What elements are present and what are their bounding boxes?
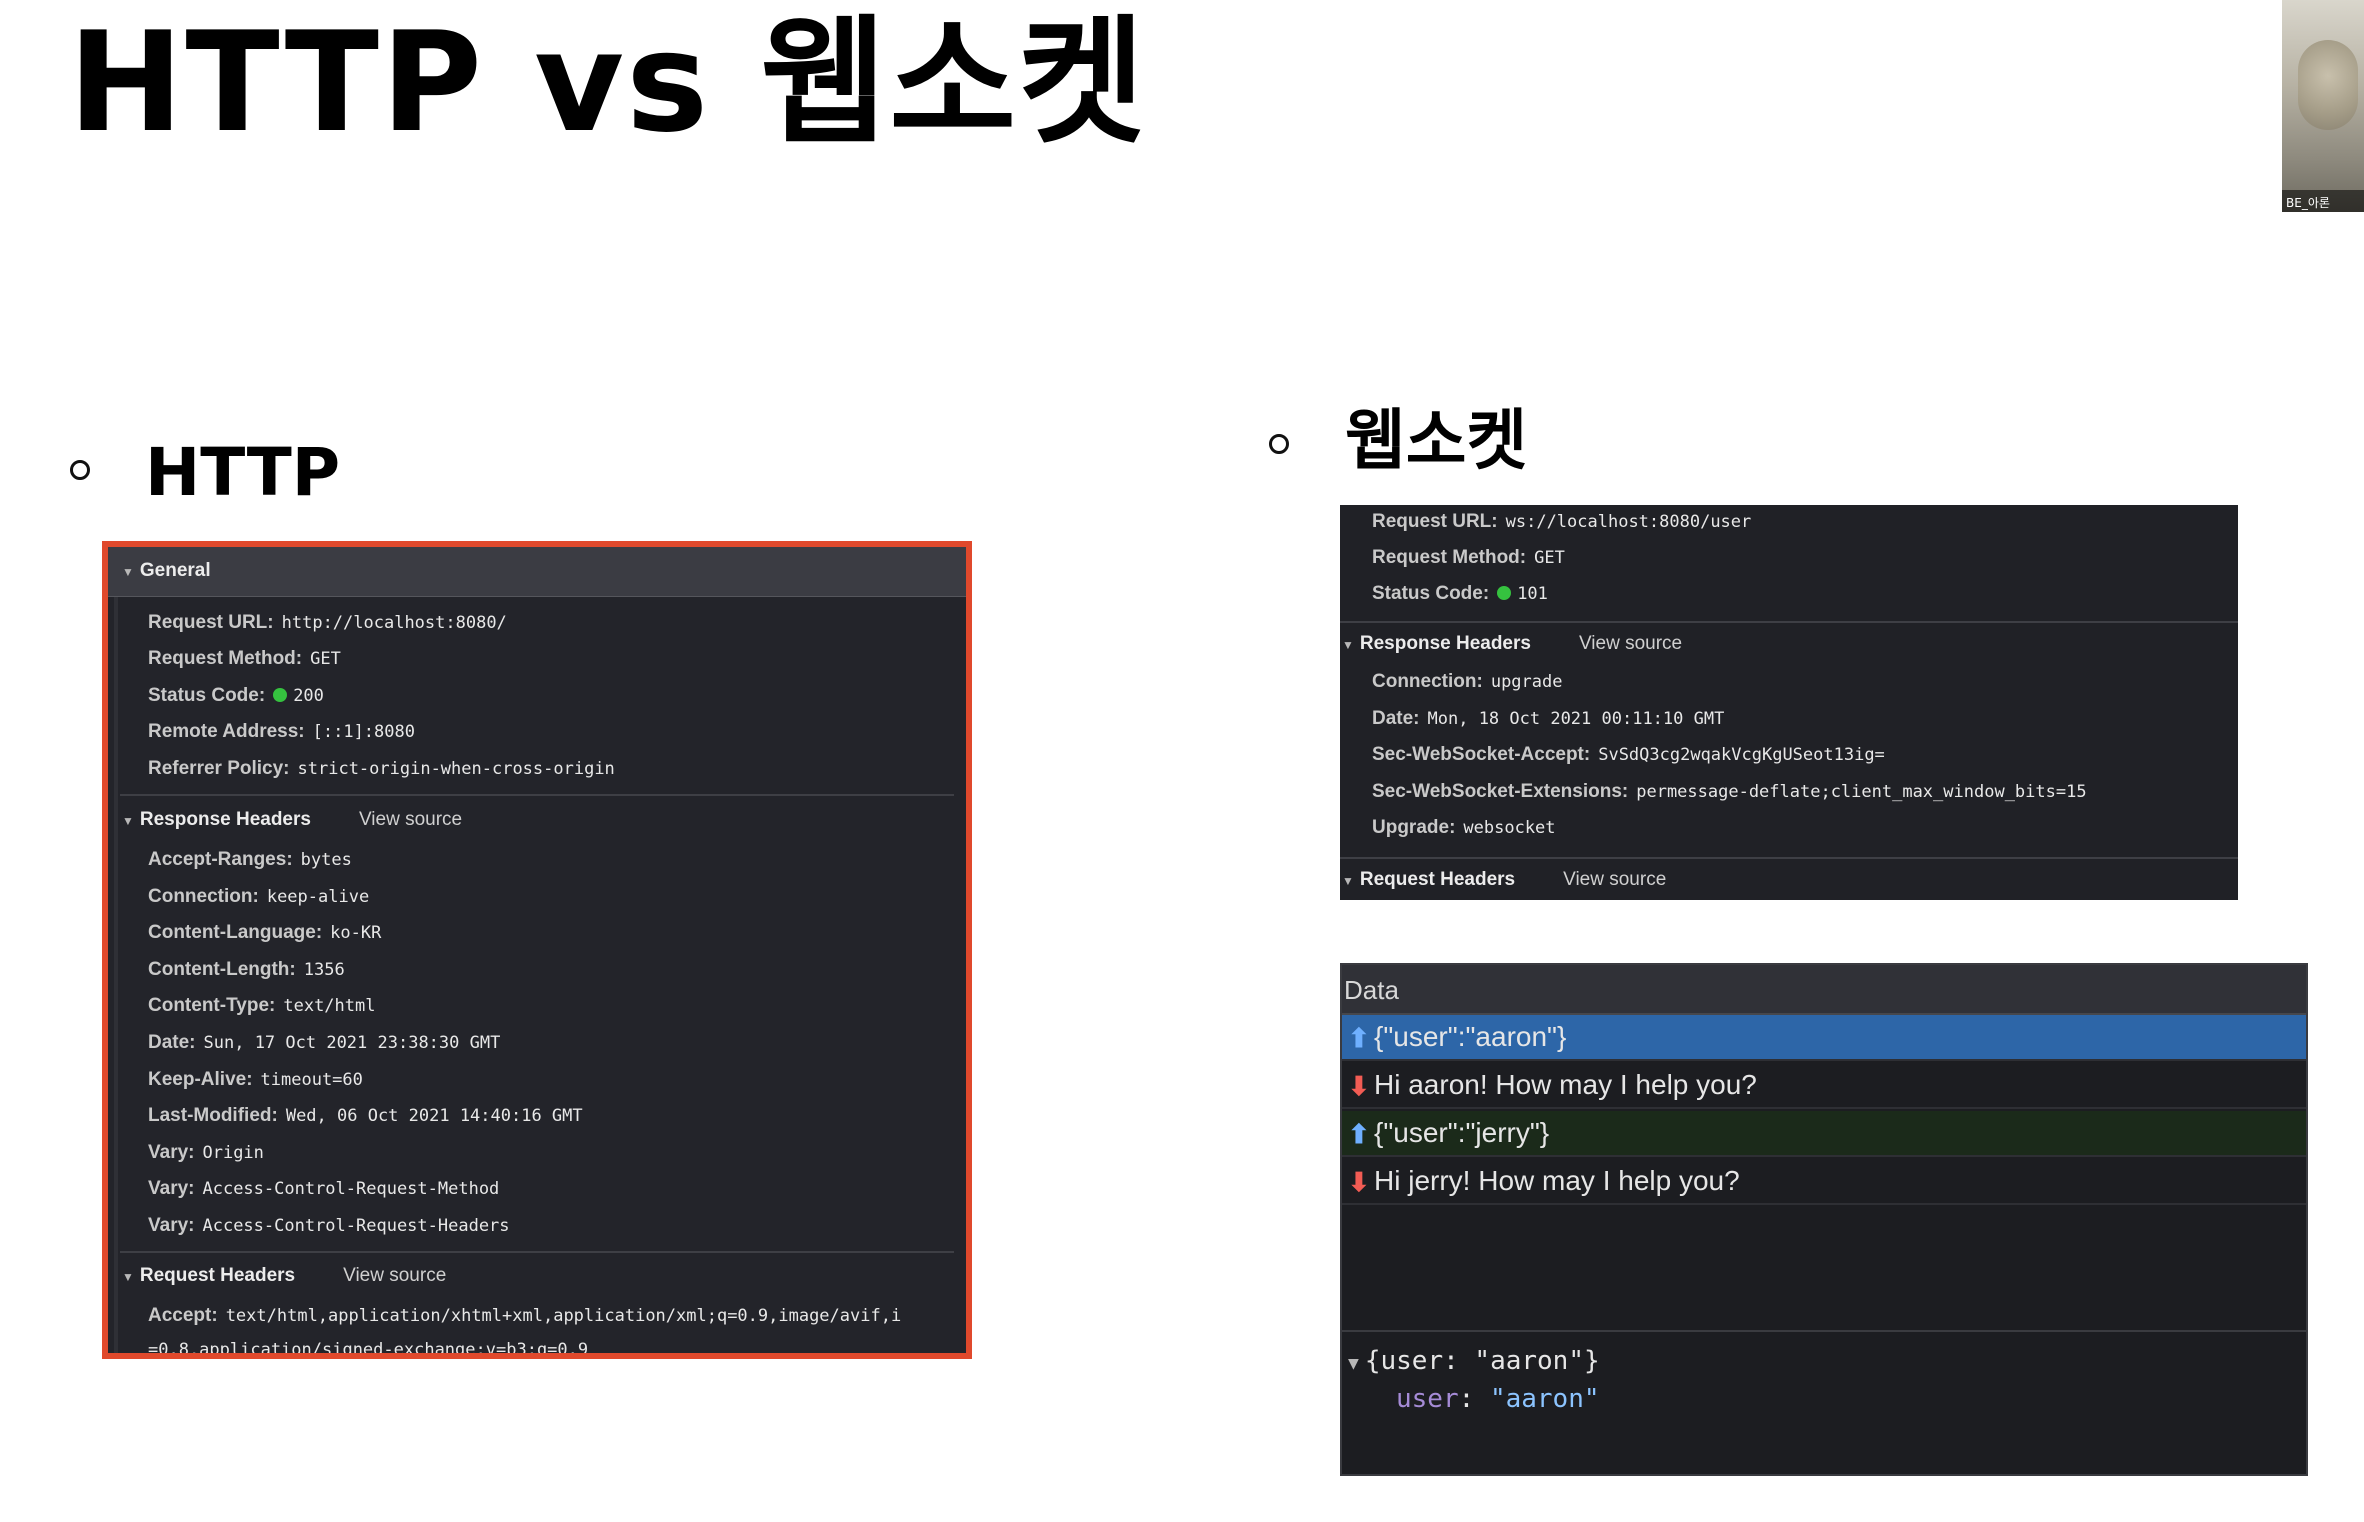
status-code-row: Status Code: 200 xyxy=(148,685,324,706)
accept-continuation: =0.8,application/signed-exchange;v=b3;q=… xyxy=(148,1340,589,1359)
response-header-row: Vary: Access-Control-Request-Headers xyxy=(148,1215,510,1236)
accept-row: Accept: text/html,application/xhtml+xml,a… xyxy=(148,1305,902,1326)
webcam-thumbnail: BE_아론 xyxy=(2282,0,2364,212)
sent-message-row[interactable]: ⬆ {"user":"aaron"} xyxy=(1342,1015,2306,1061)
expand-triangle-icon: ▼ xyxy=(122,565,134,579)
response-header-row: Date: Sun, 17 Oct 2021 23:38:30 GMT xyxy=(148,1032,501,1053)
status-ok-dot-icon xyxy=(273,688,288,702)
response-header-row: Vary: Origin xyxy=(148,1141,264,1163)
ws-response-headers-label: Response Headers xyxy=(1359,633,1531,654)
remote-address-row: Remote Address: [::1]:8080 xyxy=(148,721,415,742)
up-arrow-icon: ⬆ xyxy=(1348,1023,1370,1053)
ws-request-headers-toggle[interactable]: ▼ Request Headers View source xyxy=(1342,869,1666,891)
request-method-row: Request Method: GET xyxy=(148,648,341,669)
expand-triangle-icon: ▼ xyxy=(1348,1353,1359,1374)
ws-request-headers-label: Request Headers xyxy=(1359,869,1516,890)
ws-response-header-row: Upgrade: websocket xyxy=(1372,817,1556,839)
http-headers-panel: ▼ General Request URL: http://localhost:80… xyxy=(102,541,972,1359)
message-text: {"user":"aaron"} xyxy=(1374,1021,1567,1052)
received-message-row[interactable]: ⬇ Hi aaron! How may I help you? xyxy=(1342,1063,2306,1109)
participant-video xyxy=(2298,40,2358,130)
response-headers-label: Response Headers xyxy=(139,809,311,830)
request-headers-label: Request Headers xyxy=(139,1265,296,1286)
ws-request-url-row: Request URL: ws://localhost:8080/user xyxy=(1372,511,1752,532)
sent-message-row[interactable]: ⬆ {"user":"jerry"} xyxy=(1342,1111,2306,1157)
expand-triangle-icon: ▼ xyxy=(122,1270,134,1284)
response-headers-toggle[interactable]: ▼ Response Headers View source xyxy=(122,809,462,831)
ws-response-header-row: Sec-WebSocket-Extensions: permessage-defl… xyxy=(1372,780,2087,802)
down-arrow-icon: ⬇ xyxy=(1348,1167,1370,1197)
message-text: Hi aaron! How may I help you? xyxy=(1374,1069,1757,1100)
ws-request-method-row: Request Method: GET xyxy=(1372,547,1565,568)
websocket-messages-panel: Data ⬆ {"user":"aaron"} ⬇ Hi aaron! How may… xyxy=(1340,963,2308,1476)
response-header-row: Vary: Access-Control-Request-Method xyxy=(148,1178,500,1200)
detail-object-toggle[interactable]: ▼ {user: "aaron"} xyxy=(1348,1346,1600,1376)
general-section-bar[interactable] xyxy=(108,547,966,597)
detail-property-row: user: "aaron" xyxy=(1396,1384,1600,1414)
message-text: {"user":"jerry"} xyxy=(1374,1117,1550,1148)
down-arrow-icon: ⬇ xyxy=(1348,1071,1370,1101)
response-header-row: Last-Modified: Wed, 06 Oct 2021 14:40:16 … xyxy=(148,1105,583,1127)
status-ok-dot-icon xyxy=(1497,586,1512,600)
referrer-policy-row: Referrer Policy: strict-origin-when-cross… xyxy=(148,758,615,779)
received-message-row[interactable]: ⬇ Hi jerry! How may I help you? xyxy=(1342,1159,2306,1205)
response-header-row: Accept-Ranges: bytes xyxy=(148,849,352,870)
ws-response-header-row: Date: Mon, 18 Oct 2021 00:11:10 GMT xyxy=(1372,707,1725,729)
view-source-link[interactable]: View source xyxy=(1563,869,1666,890)
message-text: Hi jerry! How may I help you? xyxy=(1374,1165,1740,1196)
response-header-row: Connection: keep-alive xyxy=(148,885,370,907)
ws-response-headers-toggle[interactable]: ▼ Response Headers View source xyxy=(1342,633,1682,655)
up-arrow-icon: ⬆ xyxy=(1348,1119,1370,1149)
general-label: General xyxy=(139,560,211,581)
bullet-icon xyxy=(70,460,90,480)
expand-triangle-icon: ▼ xyxy=(1342,874,1354,888)
http-heading: HTTP xyxy=(145,434,341,511)
view-source-link[interactable]: View source xyxy=(359,809,462,830)
view-source-link[interactable]: View source xyxy=(343,1265,446,1286)
request-headers-toggle[interactable]: ▼ Request Headers View source xyxy=(122,1265,446,1287)
websocket-headers-panel: Request URL: ws://localhost:8080/user Req… xyxy=(1340,505,2238,900)
response-header-row: Content-Length: 1356 xyxy=(148,958,345,980)
websocket-heading: 웹소켓 xyxy=(1345,402,1528,479)
request-url-row: Request URL: http://localhost:8080/ xyxy=(148,612,507,633)
slide-title: HTTP vs 웹소켓 xyxy=(68,2,1148,163)
response-header-row: Content-Language: ko-KR xyxy=(148,922,382,944)
general-section-toggle[interactable]: ▼ General xyxy=(122,560,211,582)
view-source-link[interactable]: View source xyxy=(1579,633,1682,654)
participant-name: BE_아론 xyxy=(2282,190,2364,212)
expand-triangle-icon: ▼ xyxy=(1342,638,1354,652)
response-header-row: Keep-Alive: timeout=60 xyxy=(148,1068,363,1090)
ws-response-header-row: Sec-WebSocket-Accept: SvSdQ3cg2wqakVcgKgU… xyxy=(1372,744,1885,766)
ws-response-header-row: Connection: upgrade xyxy=(1372,671,1563,692)
expand-triangle-icon: ▼ xyxy=(122,814,134,828)
response-header-row: Content-Type: text/html xyxy=(148,995,376,1017)
message-detail-pane: ▼ {user: "aaron"} user: "aaron" xyxy=(1342,1330,2306,1474)
data-column-header[interactable]: Data xyxy=(1342,965,2306,1015)
ws-status-code-row: Status Code: 101 xyxy=(1372,583,1548,604)
bullet-icon xyxy=(1269,434,1289,454)
